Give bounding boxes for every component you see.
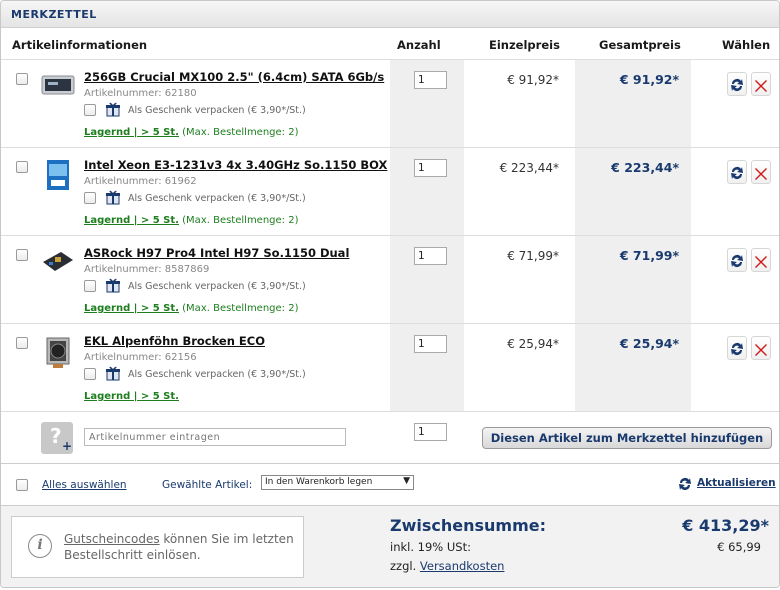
subtotal-label: Zwischensumme:: [390, 516, 547, 535]
stock-status: Lagernd | > 5 St. (Max. Bestellmenge: 2): [84, 127, 298, 138]
gift-icon: [105, 189, 121, 205]
row-select-checkbox[interactable]: [16, 73, 28, 85]
total-price: € 91,92*: [619, 72, 679, 87]
total-price: € 25,94*: [619, 336, 679, 351]
select-all-link[interactable]: Alles auswählen: [42, 479, 127, 491]
quantity-input[interactable]: [414, 247, 447, 265]
row-select-checkbox[interactable]: [16, 161, 28, 173]
gift-wrap-checkbox[interactable]: [84, 368, 96, 380]
unknown-product-icon: ? +: [41, 422, 73, 454]
voucher-text: Gutscheincodes können Sie im letzten Bes…: [64, 531, 294, 563]
panel-title: MERKZETTEL: [1, 1, 779, 28]
article-number-input[interactable]: [84, 428, 346, 446]
move-to-cart-button[interactable]: [727, 72, 747, 96]
move-to-cart-button[interactable]: [727, 160, 747, 184]
gift-wrap-label: Als Geschenk verpacken (€ 3,90*/St.): [128, 281, 306, 292]
gift-wrap-checkbox[interactable]: [84, 192, 96, 204]
wishlist-panel: MERKZETTEL Artikelinformationen Anzahl E…: [0, 0, 780, 588]
gift-wrap-label: Als Geschenk verpacken (€ 3,90*/St.): [128, 193, 306, 204]
article-number: Artikelnummer: 61962: [84, 176, 197, 187]
stock-status: Lagernd | > 5 St. (Max. Bestellmenge: 2): [84, 215, 298, 226]
table-header: Artikelinformationen Anzahl Einzelpreis …: [1, 28, 779, 60]
wishlist-row: Intel Xeon E3-1231v3 4x 3.40GHz So.1150 …: [1, 148, 779, 236]
stock-status: Lagernd | > 5 St.: [84, 391, 179, 402]
move-to-cart-button[interactable]: [727, 248, 747, 272]
gift-wrap-label: Als Geschenk verpacken (€ 3,90*/St.): [128, 105, 306, 116]
stock-link[interactable]: Lagernd | > 5 St.: [84, 127, 179, 138]
product-title-link[interactable]: ASRock H97 Pro4 Intel H97 So.1150 Dual: [84, 246, 349, 260]
col-header-total-price: Gesamtpreis: [599, 38, 681, 52]
dropdown-arrow-icon: ▼: [403, 476, 410, 486]
delete-button[interactable]: [751, 248, 771, 272]
wishlist-row: 256GB Crucial MX100 2.5" (6.4cm) SATA 6G…: [1, 60, 779, 148]
quantity-input[interactable]: [414, 335, 447, 353]
max-order-qty: (Max. Bestellmenge: 2): [182, 215, 299, 226]
row-select-checkbox[interactable]: [16, 249, 28, 261]
summary-section: i Gutscheincodes können Sie im letzten B…: [1, 506, 779, 587]
add-item-row: ? + Diesen Artikel zum Merkzettel hinzuf…: [1, 412, 779, 464]
voucher-info-box: i Gutscheincodes können Sie im letzten B…: [11, 516, 304, 578]
delete-button[interactable]: [751, 160, 771, 184]
ssd-thumbnail[interactable]: [41, 72, 75, 98]
delete-button[interactable]: [751, 72, 771, 96]
gift-icon: [105, 277, 121, 293]
shipping-prefix: zzgl.: [390, 559, 420, 573]
vat-value: € 65,99: [717, 540, 761, 554]
bulk-action-selected-value: In den Warenkorb legen: [265, 477, 373, 487]
col-header-unit-price: Einzelpreis: [489, 38, 560, 52]
cooler-thumbnail[interactable]: [41, 336, 75, 368]
unit-price: € 25,94*: [507, 337, 559, 351]
gift-icon: [105, 365, 121, 381]
col-header-info: Artikelinformationen: [12, 38, 148, 52]
product-title-link[interactable]: EKL Alpenföhn Brocken ECO: [84, 334, 265, 348]
gift-icon: [105, 101, 121, 117]
unit-price: € 71,99*: [507, 249, 559, 263]
article-number: Artikelnummer: 62180: [84, 88, 197, 99]
mainboard-thumbnail[interactable]: [41, 248, 75, 274]
stock-link[interactable]: Lagernd | > 5 St.: [84, 215, 179, 226]
refresh-link[interactable]: Aktualisieren: [697, 477, 776, 489]
quantity-input[interactable]: [414, 71, 447, 89]
row-select-checkbox[interactable]: [16, 337, 28, 349]
cpu-box-thumbnail[interactable]: [41, 160, 75, 190]
info-icon: i: [28, 534, 52, 558]
move-to-cart-button[interactable]: [727, 336, 747, 360]
stock-link[interactable]: Lagernd | > 5 St.: [84, 303, 179, 314]
refresh-icon[interactable]: [677, 475, 693, 496]
bulk-actions-row: Alles auswählen Gewählte Artikel: In den…: [1, 464, 779, 506]
gift-wrap-label: Als Geschenk verpacken (€ 3,90*/St.): [128, 369, 306, 380]
wishlist-row: EKL Alpenföhn Brocken ECO Artikelnummer:…: [1, 324, 779, 412]
wishlist-row: ASRock H97 Pro4 Intel H97 So.1150 Dual A…: [1, 236, 779, 324]
max-order-qty: (Max. Bestellmenge: 2): [182, 303, 299, 314]
unit-price: € 91,92*: [507, 73, 559, 87]
gift-wrap-checkbox[interactable]: [84, 104, 96, 116]
max-order-qty: (Max. Bestellmenge: 2): [182, 127, 299, 138]
selected-items-label: Gewählte Artikel:: [162, 479, 253, 491]
add-item-quantity-input[interactable]: [414, 423, 447, 441]
bulk-action-select[interactable]: In den Warenkorb legen ▼: [261, 475, 414, 490]
shipping-line: zzgl. Versandkosten: [390, 559, 504, 573]
stock-status: Lagernd | > 5 St. (Max. Bestellmenge: 2): [84, 303, 298, 314]
col-header-qty: Anzahl: [397, 38, 441, 52]
add-to-wishlist-button[interactable]: Diesen Artikel zum Merkzettel hinzufügen: [482, 427, 772, 449]
article-number: Artikelnummer: 8587869: [84, 264, 210, 275]
total-price: € 71,99*: [619, 248, 679, 263]
subtotal-value: € 413,29*: [682, 516, 769, 535]
col-header-select: Wählen: [722, 38, 771, 52]
unit-price: € 223,44*: [499, 161, 559, 175]
vat-label: inkl. 19% USt:: [390, 540, 471, 554]
quantity-input[interactable]: [414, 159, 447, 177]
stock-link[interactable]: Lagernd | > 5 St.: [84, 391, 179, 402]
product-title-link[interactable]: Intel Xeon E3-1231v3 4x 3.40GHz So.1150 …: [84, 158, 387, 172]
gift-wrap-checkbox[interactable]: [84, 280, 96, 292]
product-title-link[interactable]: 256GB Crucial MX100 2.5" (6.4cm) SATA 6G…: [84, 70, 384, 84]
shipping-costs-link[interactable]: Versandkosten: [420, 559, 505, 573]
total-price: € 223,44*: [611, 160, 679, 175]
select-all-checkbox[interactable]: [16, 479, 28, 491]
voucher-link[interactable]: Gutscheincodes: [64, 532, 160, 546]
article-number: Artikelnummer: 62156: [84, 352, 197, 363]
delete-button[interactable]: [751, 336, 771, 360]
